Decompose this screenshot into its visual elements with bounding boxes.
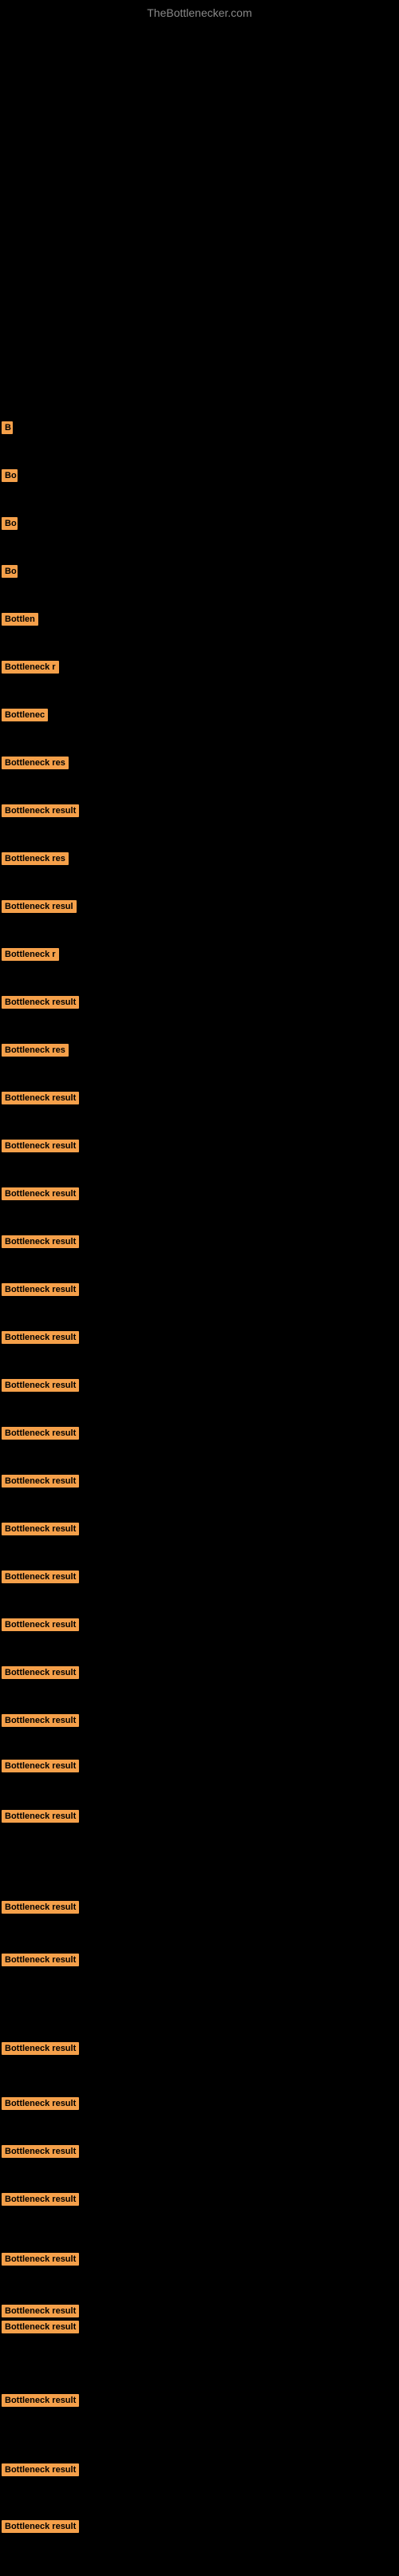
result-row-22: Bottleneck result [2, 1235, 79, 1252]
result-label-30: Bottleneck result [2, 1618, 79, 1631]
result-row-41: Bottleneck result [2, 2253, 79, 2270]
result-label-40: Bottleneck result [2, 2193, 79, 2206]
result-row-32: Bottleneck result [2, 1714, 79, 1731]
result-row-33: Bottleneck result [2, 1760, 79, 1776]
result-row-11: Bottlenec [2, 709, 48, 725]
result-row-25: Bottleneck result [2, 1379, 79, 1396]
result-row-14: Bottleneck res [2, 852, 69, 869]
result-label-46: Bottleneck result [2, 2520, 79, 2533]
result-label-35: Bottleneck result [2, 1901, 79, 1914]
result-label-41: Bottleneck result [2, 2253, 79, 2266]
result-row-10: Bottleneck r [2, 661, 59, 678]
result-label-5: B [2, 421, 13, 434]
result-row-38: Bottleneck result [2, 2097, 79, 2114]
result-label-43: Bottleneck result [2, 2321, 79, 2333]
site-title: TheBottlenecker.com [0, 0, 399, 22]
result-row-37: Bottleneck result [2, 2042, 79, 2059]
result-row-21: Bottleneck result [2, 1187, 79, 1204]
result-label-26: Bottleneck result [2, 1427, 79, 1440]
result-row-23: Bottleneck result [2, 1283, 79, 1300]
result-label-34: Bottleneck result [2, 1810, 79, 1823]
result-label-36: Bottleneck result [2, 1954, 79, 1966]
result-row-28: Bottleneck result [2, 1523, 79, 1539]
result-label-22: Bottleneck result [2, 1235, 79, 1248]
result-label-15: Bottleneck resul [2, 900, 77, 913]
result-row-42: Bottleneck result [2, 2305, 79, 2321]
result-label-29: Bottleneck result [2, 1570, 79, 1583]
result-label-38: Bottleneck result [2, 2097, 79, 2110]
result-row-30: Bottleneck result [2, 1618, 79, 1635]
result-label-32: Bottleneck result [2, 1714, 79, 1727]
result-row-43: Bottleneck result [2, 2321, 79, 2337]
result-row-17: Bottleneck result [2, 996, 79, 1013]
result-label-42: Bottleneck result [2, 2305, 79, 2317]
result-row-29: Bottleneck result [2, 1570, 79, 1587]
result-row-12: Bottleneck res [2, 757, 69, 773]
result-row-8: Bo [2, 565, 18, 582]
result-row-18: Bottleneck res [2, 1044, 69, 1061]
result-label-14: Bottleneck res [2, 852, 69, 865]
result-row-7: Bo [2, 517, 18, 534]
result-label-33: Bottleneck result [2, 1760, 79, 1772]
results-container: B Bo Bo Bo Bottlen Bottleneck r Bottlenec Bottl… [0, 22, 399, 2576]
result-row-39: Bottleneck result [2, 2145, 79, 2162]
result-label-6: Bo [2, 469, 18, 482]
result-row-44: Bottleneck result [2, 2394, 79, 2411]
result-row-46: Bottleneck result [2, 2520, 79, 2537]
result-row-16: Bottleneck r [2, 948, 59, 965]
result-row-13: Bottleneck result [2, 804, 79, 821]
result-label-12: Bottleneck res [2, 757, 69, 769]
result-row-9: Bottlen [2, 613, 38, 630]
result-label-7: Bo [2, 517, 18, 530]
result-label-17: Bottleneck result [2, 996, 79, 1009]
result-row-45: Bottleneck result [2, 2463, 79, 2480]
result-label-39: Bottleneck result [2, 2145, 79, 2158]
result-label-19: Bottleneck result [2, 1092, 79, 1104]
result-row-24: Bottleneck result [2, 1331, 79, 1348]
result-label-23: Bottleneck result [2, 1283, 79, 1296]
result-label-27: Bottleneck result [2, 1475, 79, 1488]
result-label-20: Bottleneck result [2, 1140, 79, 1152]
result-row-6: Bo [2, 469, 18, 486]
result-row-20: Bottleneck result [2, 1140, 79, 1156]
result-label-9: Bottlen [2, 613, 38, 626]
result-label-37: Bottleneck result [2, 2042, 79, 2055]
result-row-27: Bottleneck result [2, 1475, 79, 1491]
result-row-26: Bottleneck result [2, 1427, 79, 1444]
result-row-5: B [2, 421, 13, 438]
result-label-16: Bottleneck r [2, 948, 59, 961]
result-row-31: Bottleneck result [2, 1666, 79, 1683]
result-label-44: Bottleneck result [2, 2394, 79, 2407]
result-label-11: Bottlenec [2, 709, 48, 721]
result-row-35: Bottleneck result [2, 1901, 79, 1918]
result-label-18: Bottleneck res [2, 1044, 69, 1057]
result-row-36: Bottleneck result [2, 1954, 79, 1970]
result-row-40: Bottleneck result [2, 2193, 79, 2210]
result-label-13: Bottleneck result [2, 804, 79, 817]
result-label-8: Bo [2, 565, 18, 578]
result-label-24: Bottleneck result [2, 1331, 79, 1344]
result-row-19: Bottleneck result [2, 1092, 79, 1108]
result-label-28: Bottleneck result [2, 1523, 79, 1535]
result-label-45: Bottleneck result [2, 2463, 79, 2476]
result-label-25: Bottleneck result [2, 1379, 79, 1392]
result-label-10: Bottleneck r [2, 661, 59, 674]
result-row-34: Bottleneck result [2, 1810, 79, 1827]
result-label-21: Bottleneck result [2, 1187, 79, 1200]
result-label-31: Bottleneck result [2, 1666, 79, 1679]
result-row-15: Bottleneck resul [2, 900, 77, 917]
